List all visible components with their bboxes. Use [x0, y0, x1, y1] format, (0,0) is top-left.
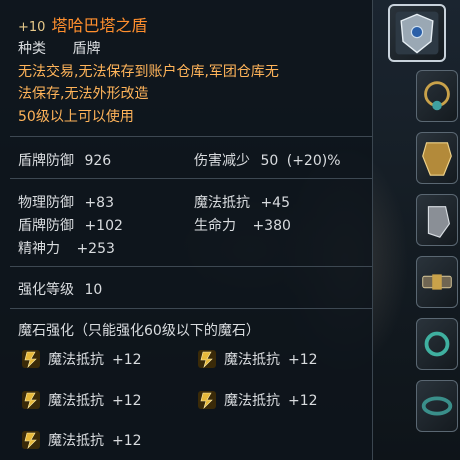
manastone-value: +12: [288, 393, 318, 409]
equip-slot-belt[interactable]: [416, 256, 458, 308]
manastone-slot[interactable]: 魔法抵抗 +12: [196, 390, 318, 412]
bonus-hp: 生命力 +380: [194, 215, 291, 235]
manastone-value: +12: [288, 352, 318, 368]
manastone-icon: [196, 389, 218, 411]
bonus-spirit: 精神力 +253: [18, 238, 115, 258]
manastone-label: 魔法抵抗: [48, 352, 104, 368]
equip-slot-ring[interactable]: [416, 318, 458, 370]
manastone-slot[interactable]: 魔法抵抗 +12: [20, 390, 142, 412]
manastone-icon: [196, 348, 218, 370]
enhance-prefix: +10: [18, 20, 46, 35]
necklace-icon: [424, 81, 450, 111]
ring-icon: [424, 331, 450, 357]
shield-icon: [395, 11, 439, 55]
bonus-phys-def: 物理防御 +83: [18, 192, 114, 212]
bonus-shield-def: 盾牌防御 +102: [18, 215, 123, 235]
enhance-value: 10: [84, 282, 103, 298]
manastone-value: +12: [112, 393, 142, 409]
category-label: 种类: [18, 41, 46, 57]
equip-slot-gloves[interactable]: [416, 194, 458, 246]
divider: [10, 308, 372, 309]
restriction-line-2: 法保存,无法外形改造: [18, 86, 149, 102]
divider: [10, 266, 372, 267]
equipment-slots: [378, 0, 460, 460]
stat-value: 50: [260, 153, 279, 169]
manastone-label: 魔法抵抗: [224, 393, 280, 409]
stat-value: +380: [252, 218, 291, 234]
divider: [10, 178, 372, 179]
stat-label: 魔法抵抗: [194, 195, 250, 211]
main-stat-shield-def: 盾牌防御 926: [18, 150, 111, 170]
divider: [10, 136, 372, 137]
level-requirement: 50级以上可以使用: [18, 109, 134, 125]
manastone-icon: [20, 348, 42, 370]
manastone-label: 魔法抵抗: [224, 352, 280, 368]
manastone-label: 魔法抵抗: [48, 433, 104, 449]
restriction-line-1: 无法交易,无法保存到账户仓库,军团仓库无: [18, 64, 279, 80]
manastone-slot[interactable]: 魔法抵抗 +12: [20, 349, 142, 371]
bonus-magic-resist: 魔法抵抗 +45: [194, 192, 290, 212]
enhance-label: 强化等级: [18, 282, 74, 298]
belt-icon: [422, 274, 452, 290]
equip-slot-necklace[interactable]: [416, 70, 458, 122]
manastone-slot[interactable]: 魔法抵抗 +12: [196, 349, 318, 371]
manastone-header: 魔石强化（只能强化60级以下的魔石）: [18, 323, 260, 339]
main-stat-dmg-reduce: 伤害减少 50 (+20)%: [194, 150, 341, 170]
stat-label: 物理防御: [18, 195, 74, 211]
stat-label: 生命力: [194, 218, 236, 234]
category-value: 盾牌: [72, 41, 101, 57]
stat-bonus: (+20)%: [286, 153, 341, 169]
stat-value: +102: [84, 218, 123, 234]
stat-label: 精神力: [18, 241, 60, 257]
gloves-icon: [427, 206, 450, 238]
equip-slot-armor[interactable]: [416, 132, 458, 184]
stat-label: 盾牌防御: [18, 218, 74, 234]
manastone-slot[interactable]: 魔法抵抗 +12: [20, 430, 142, 452]
item-title: +10 塔哈巴塔之盾: [18, 12, 147, 36]
manastone-value: +12: [112, 433, 142, 449]
equip-slot-bracelet[interactable]: [416, 380, 458, 432]
item-name: 塔哈巴塔之盾: [51, 16, 148, 35]
manastone-label: 魔法抵抗: [48, 393, 104, 409]
item-tooltip: +10 塔哈巴塔之盾 种类 盾牌 无法交易,无法保存到账户仓库,军团仓库无 法保存…: [0, 0, 373, 460]
bracelet-icon: [421, 396, 453, 416]
stat-value: +83: [84, 195, 114, 211]
manastone-value: +12: [112, 352, 142, 368]
stat-value: 926: [84, 153, 112, 169]
manastone-icon: [20, 429, 42, 451]
stat-label: 盾牌防御: [18, 153, 74, 169]
enhance-level: 强化等级 10: [18, 279, 102, 299]
stat-label: 伤害减少: [194, 153, 250, 169]
stat-value: +45: [260, 195, 290, 211]
equip-slot-shield[interactable]: [388, 4, 446, 62]
category-row: 种类 盾牌: [18, 38, 100, 58]
armor-icon: [422, 142, 452, 176]
manastone-icon: [20, 389, 42, 411]
stat-value: +253: [76, 241, 115, 257]
